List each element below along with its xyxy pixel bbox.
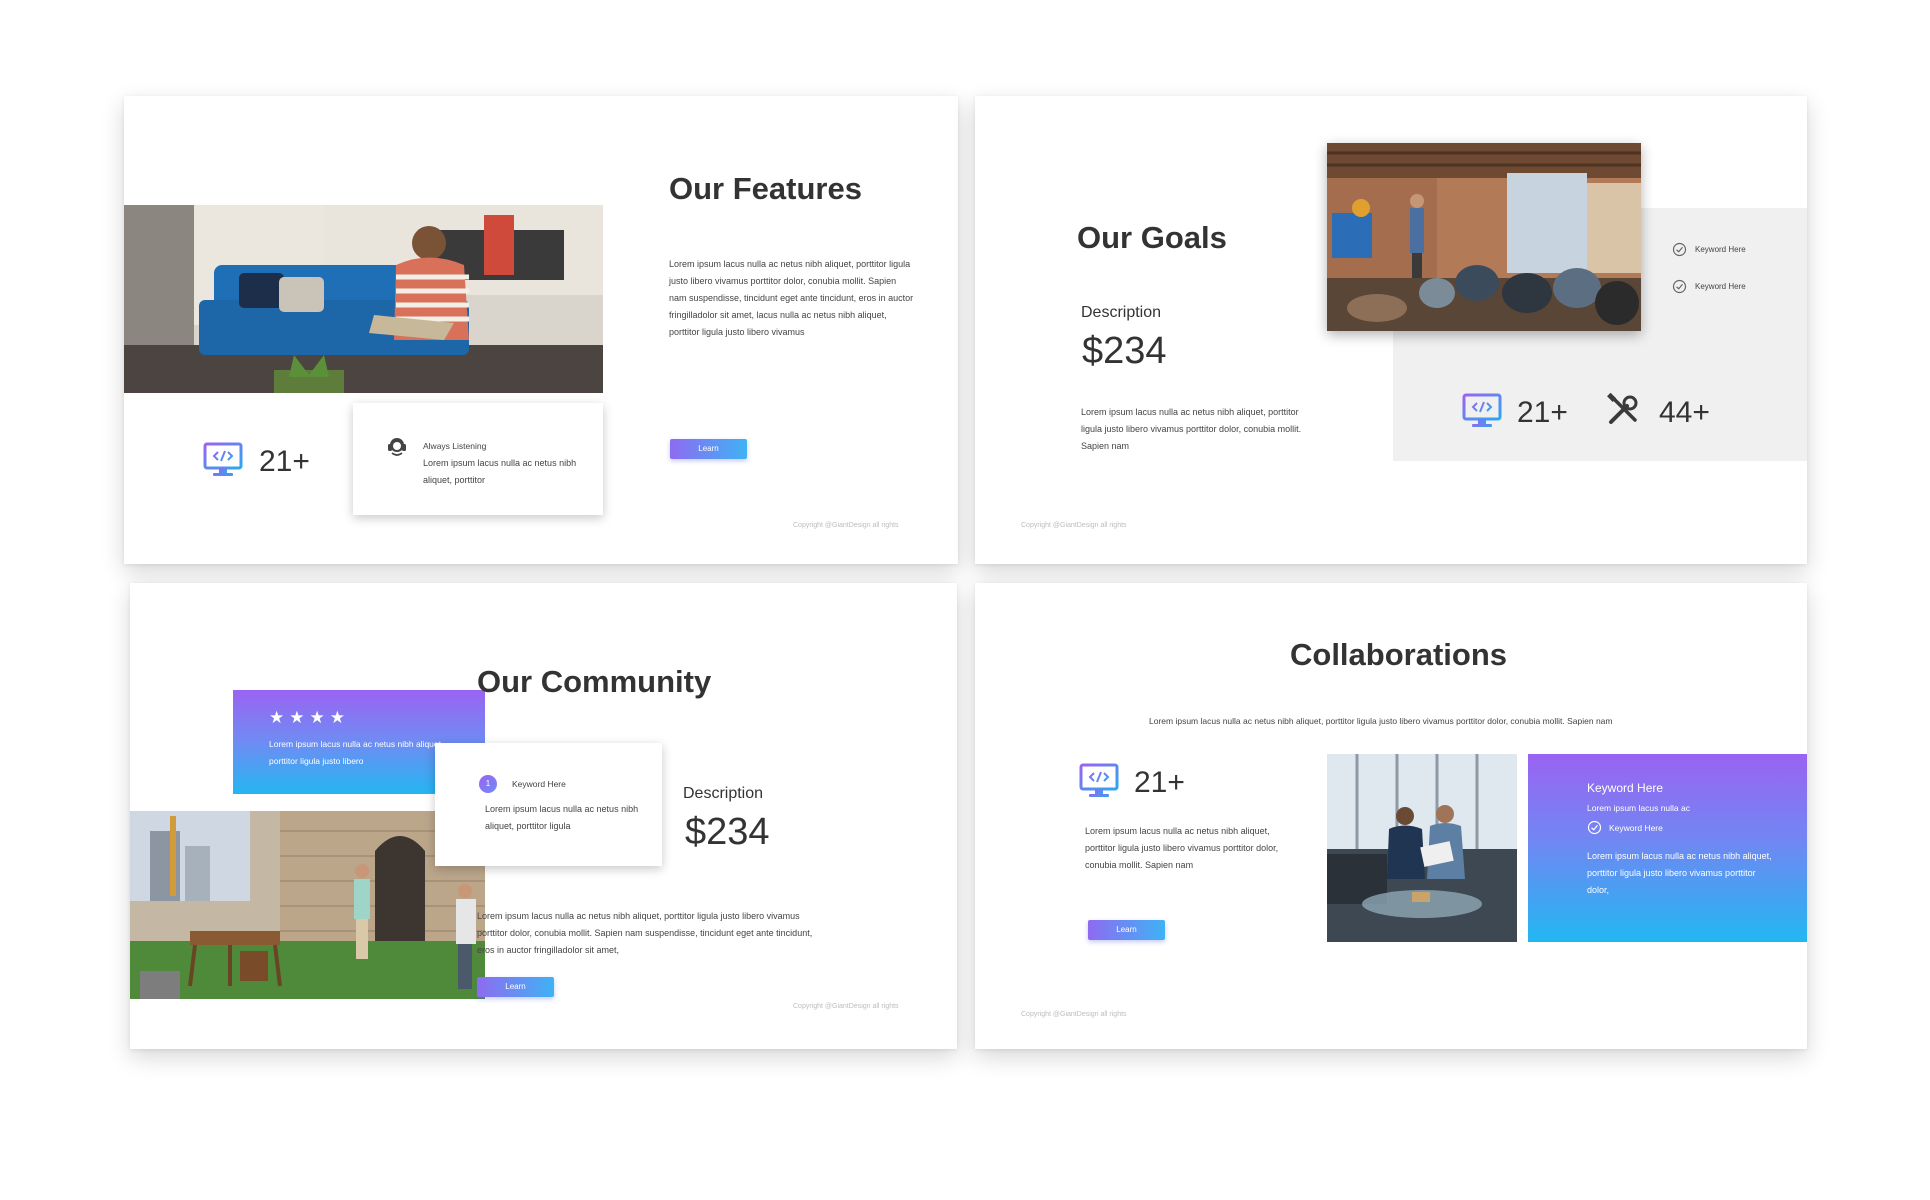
panel-title: Keyword Here	[1587, 781, 1664, 795]
office-sofa-photo	[124, 205, 603, 393]
monitor-code-icon	[203, 442, 243, 478]
slide-subtitle: Lorem ipsum lacus nulla ac netus nibh al…	[1149, 716, 1613, 726]
learn-button[interactable]: Learn	[1088, 920, 1165, 940]
learn-button[interactable]: Learn	[477, 977, 554, 997]
meeting-room-photo	[1327, 143, 1641, 331]
copyright-text: Copyright @GiantDesign all rights	[793, 522, 899, 529]
stat-number-1: 21+	[1517, 396, 1568, 429]
slide-body-text: Lorem ipsum lacus nulla ac netus nibh al…	[1081, 407, 1302, 451]
slide-body-text: Lorem ipsum lacus nulla ac netus nibh al…	[669, 259, 914, 337]
business-meeting-photo	[1327, 754, 1517, 942]
copyright-text: Copyright @GiantDesign all rights	[1021, 522, 1127, 529]
stat-number: 21+	[1134, 766, 1185, 799]
stars-rating: ★★★★	[269, 708, 350, 727]
panel-body: Lorem ipsum lacus nulla ac netus nibh al…	[1587, 851, 1772, 895]
panel-keyword: Keyword Here	[1609, 823, 1663, 833]
panel-subtitle: Lorem ipsum lacus nulla ac	[1587, 803, 1690, 813]
description-label: Description	[683, 785, 764, 802]
copyright-text: Copyright @GiantDesign all rights	[1021, 1011, 1127, 1018]
description-label: Description	[1081, 304, 1162, 321]
stat-number: 21+	[259, 445, 310, 478]
headset-icon	[388, 438, 406, 456]
slide-title: Our Features	[669, 171, 862, 206]
keyword-panel: Keyword Here Lorem ipsum lacus nulla ac …	[1528, 754, 1807, 942]
check-circle-icon	[1672, 279, 1687, 294]
slide-collaborations[interactable]: Collaborations Lorem ipsum lacus nulla a…	[975, 583, 1807, 1049]
price-value: $234	[685, 811, 770, 853]
monitor-code-icon	[1079, 763, 1119, 799]
keyword-card: 1 Keyword Here Lorem ipsum lacus nulla a…	[435, 743, 662, 866]
always-listening-card: Always Listening Lorem ipsum lacus nulla…	[353, 403, 603, 515]
number-badge: 1	[479, 775, 497, 793]
card-body: Lorem ipsum lacus nulla ac netus nibh al…	[423, 458, 577, 485]
keyword-item-1: Keyword Here	[1695, 245, 1746, 254]
slide-body-text: Lorem ipsum lacus nulla ac netus nibh al…	[1085, 826, 1279, 870]
learn-button[interactable]: Learn	[670, 439, 747, 459]
card-body: Lorem ipsum lacus nulla ac netus nibh al…	[485, 804, 639, 831]
card-title: Keyword Here	[512, 779, 566, 789]
tools-icon	[1607, 392, 1638, 424]
slide-our-features[interactable]: Our Features Lorem ipsum lacus nulla ac …	[124, 96, 958, 564]
check-circle-icon	[1672, 242, 1687, 257]
price-value: $234	[1082, 330, 1167, 372]
copyright-text: Copyright @GiantDesign all rights	[793, 1003, 899, 1010]
monitor-code-icon	[1462, 393, 1502, 429]
slide-title: Collaborations	[1290, 637, 1508, 672]
slide-our-community[interactable]: ★★★★ Lorem ipsum lacus nulla ac netus ni…	[130, 583, 957, 1049]
card-title: Always Listening	[423, 441, 487, 451]
slide-title: Our Community	[477, 664, 712, 699]
slide-title: Our Goals	[1077, 220, 1227, 255]
keyword-item-2: Keyword Here	[1695, 282, 1746, 291]
stat-number-2: 44+	[1659, 396, 1710, 429]
rooftop-terrace-photo	[130, 811, 485, 999]
check-circle-icon	[1587, 820, 1602, 835]
slide-our-goals[interactable]: Our Goals Description $234 Lorem ipsum l…	[975, 96, 1807, 564]
slide-body-text: Lorem ipsum lacus nulla ac netus nibh al…	[477, 911, 813, 955]
